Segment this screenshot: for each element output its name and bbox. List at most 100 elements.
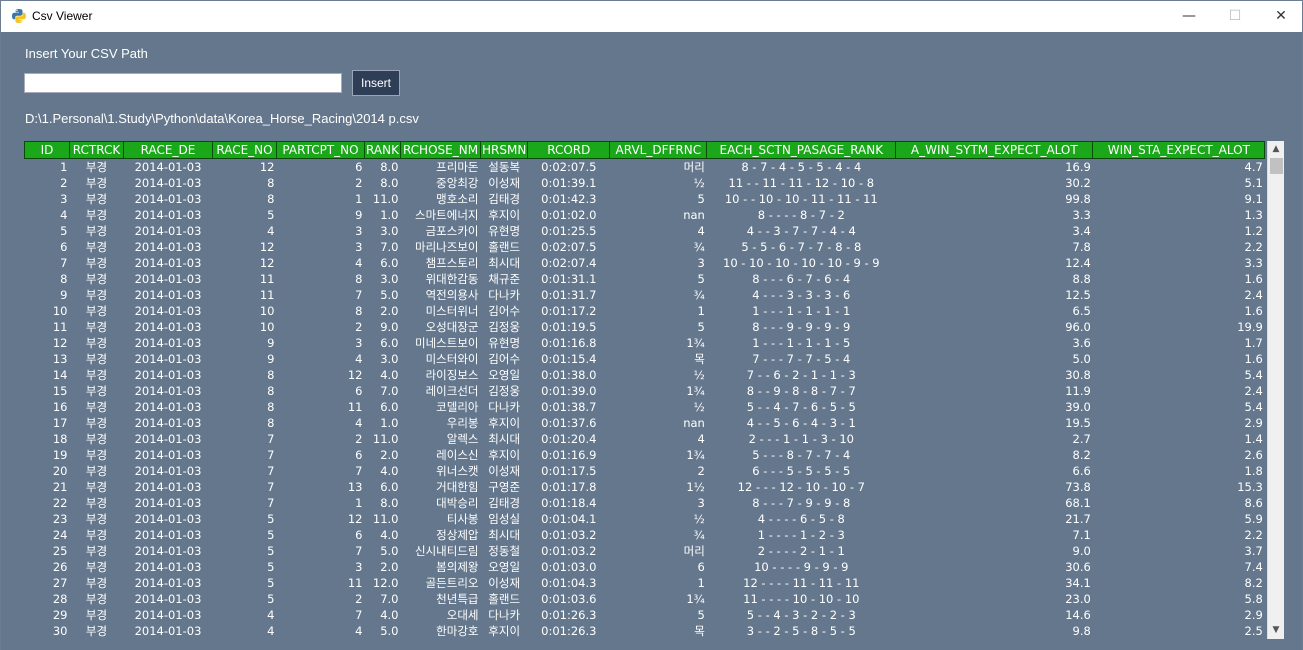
table-row[interactable]: 19 부경 2014-01-03 7 6 2.0 레이스신 후지이 0:01:16.9 1¾ 5 -… — [25, 447, 1265, 463]
table-row[interactable]: 13 부경 2014-01-03 9 4 3.0 미스터와이 김어수 0:01:15.4 목 7 -… — [25, 351, 1265, 367]
cell-win-sta-expect-alot: 5.4 — [1244, 400, 1263, 414]
table-row[interactable]: 30 부경 2014-01-03 4 4 5.0 한마강호 후지이 0:01:26.3 목 3 - … — [25, 623, 1265, 639]
table-row[interactable]: 26 부경 2014-01-03 5 3 2.0 봄의제왕 오영일 0:01:03.0 6 10 -… — [25, 559, 1265, 575]
table-row[interactable]: 8 부경 2014-01-03 11 8 3.0 위대한감동 채규준 0:01:31.1 5 8 -… — [25, 271, 1265, 287]
table-row[interactable]: 5 부경 2014-01-03 4 3 3.0 금포스카이 유현명 0:01:25.5 4 4 - … — [25, 223, 1265, 239]
table-row[interactable]: 3 부경 2014-01-03 8 1 11.0 맹호소리 김태경 0:01:42.3 5 10 -… — [25, 191, 1265, 207]
cell-partcpt-no: 7 — [355, 288, 363, 302]
column-header-rchose-nm[interactable]: RCHOSE_NM — [400, 141, 481, 159]
column-header-win-sta-expect-alot[interactable]: WIN_STA_EXPECT_ALOT — [1092, 141, 1266, 159]
cell-hrsmn: 오영일 — [488, 560, 521, 574]
cell-hrsmn: 이성재 — [488, 176, 521, 190]
cell-race-de: 2014-01-03 — [134, 512, 202, 526]
column-header-hrsmn[interactable]: HRSMN — [479, 141, 529, 159]
cell-rctrck: 부경 — [85, 528, 108, 542]
cell-each-sctn-pasage-rank: 11 - - 11 - 11 - 12 - 10 - 8 — [728, 176, 875, 190]
vertical-scrollbar[interactable]: ▲ ▼ — [1267, 141, 1284, 639]
table-row[interactable]: 11 부경 2014-01-03 10 2 9.0 오성대장군 김정웅 0:01:19.5 5 8 … — [25, 319, 1265, 335]
cell-rcord: 0:01:31.1 — [541, 272, 597, 286]
column-header-race-de[interactable]: RACE_DE — [123, 141, 213, 159]
cell-partcpt-no: 1 — [355, 496, 363, 510]
table-row[interactable]: 12 부경 2014-01-03 9 3 6.0 미네스트보이 유현명 0:01:16.8 1¾ 1… — [25, 335, 1265, 351]
table-row[interactable]: 27 부경 2014-01-03 5 11 12.0 골든트리오 이성재 0:01:04.3 1 1… — [25, 575, 1265, 591]
scroll-thumb[interactable] — [1270, 158, 1283, 174]
cell-win-sta-expect-alot: 5.4 — [1244, 368, 1263, 382]
cell-each-sctn-pasage-rank: 4 - - - 3 - 3 - 3 - 6 — [752, 288, 851, 302]
cell-hrsmn: 다나카 — [488, 400, 521, 414]
cell-win-sta-expect-alot: 1.6 — [1244, 352, 1263, 366]
column-header-id[interactable]: ID — [24, 141, 70, 159]
column-header-rctrck[interactable]: RCTRCK — [69, 141, 124, 159]
table-row[interactable]: 17 부경 2014-01-03 8 4 1.0 우리봉 후지이 0:01:37.6 nan 4 -… — [25, 415, 1265, 431]
cell-id: 26 — [52, 560, 68, 574]
cell-partcpt-no: 12 — [347, 512, 363, 526]
cell-rcord: 0:01:17.2 — [541, 304, 597, 318]
table-row[interactable]: 29 부경 2014-01-03 4 7 4.0 오대세 다나카 0:01:26.3 5 5 - -… — [25, 607, 1265, 623]
table-row[interactable]: 1 부경 2014-01-03 12 6 8.0 프리마돈 설동복 0:02:07.5 머리 8 -… — [25, 159, 1265, 176]
csv-path-input[interactable] — [24, 73, 342, 93]
cell-arvl-dffrnc: 1¾ — [686, 384, 705, 398]
minimize-button[interactable]: — — [1166, 1, 1212, 32]
cell-rctrck: 부경 — [85, 464, 108, 478]
column-header-race-no[interactable]: RACE_NO — [212, 141, 277, 159]
scroll-up-arrow-icon[interactable]: ▲ — [1268, 141, 1284, 158]
close-button[interactable]: ✕ — [1258, 1, 1303, 32]
cell-a-win-sytm-expect-alot: 68.1 — [1065, 496, 1091, 510]
table-row[interactable]: 9 부경 2014-01-03 11 7 5.0 역전의용사 다나카 0:01:31.7 ¾ 4 -… — [25, 287, 1265, 303]
cell-rank: 4.0 — [380, 608, 399, 622]
cell-a-win-sytm-expect-alot: 8.2 — [1072, 448, 1091, 462]
cell-id: 8 — [60, 272, 68, 286]
column-header-a-win-sytm-expect-alot[interactable]: A_WIN_SYTM_EXPECT_ALOT — [895, 141, 1094, 159]
csv-table-view[interactable]: ID RCTRCK RACE_DE RACE_NO PARTCPT_NO RANK RCHO… — [24, 141, 1284, 639]
cell-partcpt-no: 2 — [355, 432, 363, 446]
cell-race-no: 5 — [267, 544, 275, 558]
table-row[interactable]: 15 부경 2014-01-03 8 6 7.0 레이크선더 김정웅 0:01:39.0 1¾ 8 … — [25, 383, 1265, 399]
cell-rctrck: 부경 — [85, 624, 108, 638]
maximize-button[interactable]: ☐ — [1212, 1, 1258, 32]
table-row[interactable]: 4 부경 2014-01-03 5 9 1.0 스마트에너지 후지이 0:01:02.0 nan 8… — [25, 207, 1265, 223]
cell-partcpt-no: 11 — [347, 400, 363, 414]
cell-rctrck: 부경 — [85, 208, 108, 222]
insert-button[interactable]: Insert — [352, 70, 400, 96]
cell-arvl-dffrnc: 1¾ — [686, 448, 705, 462]
cell-race-no: 8 — [267, 416, 275, 430]
column-header-arvl-dffrnc[interactable]: ARVL_DFFRNC — [609, 141, 708, 159]
cell-rctrck: 부경 — [85, 544, 108, 558]
cell-race-de: 2014-01-03 — [134, 256, 202, 270]
cell-arvl-dffrnc: 목 — [694, 352, 705, 366]
table-row[interactable]: 16 부경 2014-01-03 8 11 6.0 코델리아 다나카 0:01:38.7 ½ 5 -… — [25, 399, 1265, 415]
table-row[interactable]: 10 부경 2014-01-03 10 8 2.0 미스터위너 김어수 0:01:17.2 1 1 … — [25, 303, 1265, 319]
column-header-each-sctn-pasage-rank[interactable]: EACH_SCTN_PASAGE_RANK — [706, 141, 897, 159]
cell-hrsmn: 채규준 — [488, 272, 521, 286]
cell-a-win-sytm-expect-alot: 73.8 — [1065, 480, 1091, 494]
table-row[interactable]: 21 부경 2014-01-03 7 13 6.0 거대한힘 구영준 0:01:17.8 1½ 12… — [25, 479, 1265, 495]
cell-rchose-nm: 정상제압 — [436, 528, 479, 542]
column-header-partcpt-no[interactable]: PARTCPT_NO — [276, 141, 365, 159]
table-row[interactable]: 14 부경 2014-01-03 8 12 4.0 라이징보스 오영일 0:01:38.0 ½ 7 … — [25, 367, 1265, 383]
column-header-rank[interactable]: RANK — [364, 141, 401, 159]
cell-arvl-dffrnc: 5 — [697, 320, 705, 334]
table-row[interactable]: 2 부경 2014-01-03 8 2 8.0 중앙최강 이성재 0:01:39.1 ½ 11 - … — [25, 175, 1265, 191]
table-row[interactable]: 25 부경 2014-01-03 5 7 5.0 신시내티드림 정동철 0:01:03.2 머리 2… — [25, 543, 1265, 559]
table-row[interactable]: 7 부경 2014-01-03 12 4 6.0 챔프스토리 최시대 0:02:07.4 3 10 … — [25, 255, 1265, 271]
table-row[interactable]: 22 부경 2014-01-03 7 1 8.0 대박승리 김태경 0:01:18.4 3 8 - … — [25, 495, 1265, 511]
cell-id: 4 — [60, 208, 68, 222]
table-row[interactable]: 28 부경 2014-01-03 5 2 7.0 천년특급 홀랜드 0:01:03.6 1¾ 11 … — [25, 591, 1265, 607]
cell-race-no: 8 — [267, 400, 275, 414]
cell-arvl-dffrnc: nan — [683, 208, 705, 222]
cell-id: 9 — [60, 288, 68, 302]
title-bar[interactable]: Csv Viewer — ☐ ✕ — [1, 1, 1302, 32]
cell-rcord: 0:01:16.9 — [541, 448, 597, 462]
table-row[interactable]: 18 부경 2014-01-03 7 2 11.0 알렉스 최시대 0:01:20.4 4 2 - … — [25, 431, 1265, 447]
column-header-rcord[interactable]: RCORD — [527, 141, 611, 159]
table-row[interactable]: 20 부경 2014-01-03 7 7 4.0 위너스캣 이성재 0:01:17.5 2 6 - … — [25, 463, 1265, 479]
table-row[interactable]: 24 부경 2014-01-03 5 6 4.0 정상제압 최시대 0:01:03.2 ¾ 1 - … — [25, 527, 1265, 543]
cell-a-win-sytm-expect-alot: 34.1 — [1065, 576, 1091, 590]
cell-id: 14 — [52, 368, 68, 382]
cell-rchose-nm: 위대한감동 — [425, 272, 479, 286]
table-row[interactable]: 6 부경 2014-01-03 12 3 7.0 마리나즈보이 홀랜드 0:02:07.5 ¾ 5 … — [25, 239, 1265, 255]
cell-rctrck: 부경 — [85, 368, 108, 382]
table-row[interactable]: 23 부경 2014-01-03 5 12 11.0 티사봉 임성실 0:01:04.1 ½ 4 -… — [25, 511, 1265, 527]
cell-rctrck: 부경 — [85, 176, 108, 190]
scroll-down-arrow-icon[interactable]: ▼ — [1268, 622, 1284, 639]
